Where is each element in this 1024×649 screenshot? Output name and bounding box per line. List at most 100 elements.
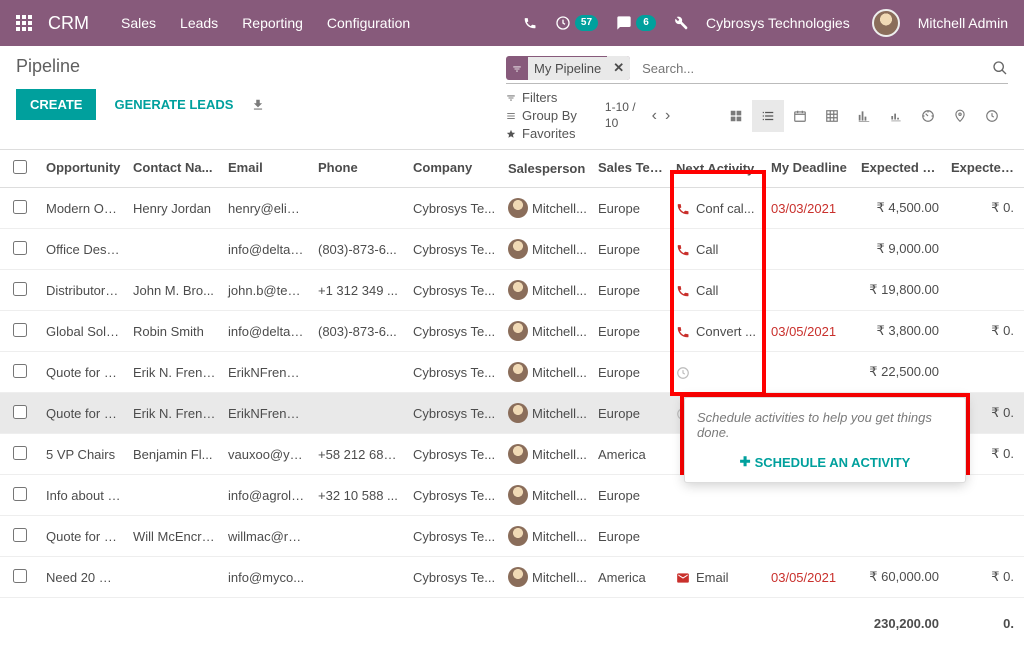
activity-popover: Schedule activities to help you get thin… xyxy=(684,397,966,483)
col-company[interactable]: Company xyxy=(407,150,502,187)
search-input[interactable] xyxy=(638,57,992,80)
create-button[interactable]: CREATE xyxy=(16,89,96,120)
row-checkbox[interactable] xyxy=(13,323,27,337)
table-row[interactable]: Office Desig...info@deltap...(803)-873-6… xyxy=(0,229,1024,270)
col-email[interactable]: Email xyxy=(222,150,312,187)
col-opportunity[interactable]: Opportunity xyxy=(40,150,127,187)
pager-next-icon[interactable]: › xyxy=(665,107,670,125)
cell-activity[interactable]: Convert ... xyxy=(670,313,765,349)
cell-activity[interactable]: Call xyxy=(670,231,765,267)
nav-reporting[interactable]: Reporting xyxy=(242,15,303,31)
table-row[interactable]: Need 20 Des...info@myco...Cybrosys Te...… xyxy=(0,557,1024,598)
search-icon[interactable] xyxy=(992,60,1008,77)
table-row[interactable]: Distributor C...John M. Bro...john.b@tec… xyxy=(0,270,1024,311)
cell-activity[interactable] xyxy=(670,485,765,505)
nav-leads[interactable]: Leads xyxy=(180,15,218,31)
col-deadline[interactable]: My Deadline xyxy=(765,150,855,187)
cell-opportunity: Need 20 Des... xyxy=(40,560,127,595)
cell-email: vauxoo@you... xyxy=(222,437,312,472)
groupby-button[interactable]: Group By xyxy=(506,108,577,123)
col-contact[interactable]: Contact Na... xyxy=(127,150,222,187)
table-row[interactable]: Global Soluti...Robin Smithinfo@deltap..… xyxy=(0,311,1024,352)
select-all-checkbox[interactable] xyxy=(13,160,27,174)
row-checkbox[interactable] xyxy=(13,487,27,501)
list-view-icon[interactable] xyxy=(752,100,784,132)
phone-icon[interactable] xyxy=(523,16,537,30)
row-checkbox[interactable] xyxy=(13,405,27,419)
cell-revenue: ₹ 22,500.00 xyxy=(855,354,945,390)
schedule-activity-button[interactable]: ✚ SCHEDULE AN ACTIVITY xyxy=(697,454,953,470)
pager-prev-icon[interactable]: ‹ xyxy=(652,107,657,125)
cell-company: Cybrosys Te... xyxy=(407,560,502,595)
control-bar: Pipeline CREATE GENERATE LEADS My Pipeli… xyxy=(0,46,1024,149)
cell-team: America xyxy=(592,560,670,595)
col-activity[interactable]: Next Activity xyxy=(670,150,765,187)
table-row[interactable]: Quote for 60...Erik N. FrenchErikNFrench… xyxy=(0,352,1024,393)
row-checkbox[interactable] xyxy=(13,200,27,214)
cell-activity[interactable]: Conf cal... xyxy=(670,190,765,226)
table-row[interactable]: Modern Ope...Henry Jordanhenry@eligh...C… xyxy=(0,188,1024,229)
nav-configuration[interactable]: Configuration xyxy=(327,15,410,31)
col-revenue[interactable]: Expected R... xyxy=(855,150,945,187)
activities-icon[interactable]: 57 xyxy=(555,15,598,31)
cell-deadline xyxy=(765,485,855,505)
cell-team: Europe xyxy=(592,519,670,554)
activity-view-icon[interactable] xyxy=(976,100,1008,132)
kanban-view-icon[interactable] xyxy=(720,100,752,132)
col-team[interactable]: Sales Tea... xyxy=(592,150,670,187)
col-salesperson[interactable]: Salesperson xyxy=(502,150,592,187)
table-row[interactable]: Quote for 12 ...Will McEncroewillmac@re.… xyxy=(0,516,1024,557)
col-mrr[interactable]: Expected ... xyxy=(945,150,1020,187)
cell-deadline xyxy=(765,526,855,546)
avatar xyxy=(508,198,528,218)
nav-sales[interactable]: Sales xyxy=(121,15,156,31)
nav-right: 57 6 Cybrosys Technologies Mitchell Admi… xyxy=(523,9,1008,37)
brand[interactable]: CRM xyxy=(48,13,89,34)
download-icon[interactable] xyxy=(251,97,265,113)
pivot-view-icon[interactable] xyxy=(816,100,848,132)
messages-icon[interactable]: 6 xyxy=(616,15,656,31)
row-checkbox[interactable] xyxy=(13,241,27,255)
total-revenue: 230,200.00 xyxy=(855,606,945,641)
cell-activity[interactable] xyxy=(670,354,765,390)
generate-leads-button[interactable]: GENERATE LEADS xyxy=(114,97,233,112)
cell-company: Cybrosys Te... xyxy=(407,273,502,308)
row-checkbox[interactable] xyxy=(13,446,27,460)
cell-phone: +32 10 588 ... xyxy=(312,478,407,513)
cell-team: Europe xyxy=(592,232,670,267)
cell-activity[interactable]: Call xyxy=(670,272,765,308)
table-header: Opportunity Contact Na... Email Phone Co… xyxy=(0,149,1024,188)
user-name[interactable]: Mitchell Admin xyxy=(918,15,1008,31)
filters-button[interactable]: Filters xyxy=(506,90,577,105)
apps-menu-icon[interactable] xyxy=(16,15,32,31)
row-checkbox[interactable] xyxy=(13,569,27,583)
map-view-icon[interactable] xyxy=(944,100,976,132)
cell-team: America xyxy=(592,437,670,472)
row-checkbox[interactable] xyxy=(13,528,27,542)
col-phone[interactable]: Phone xyxy=(312,150,407,187)
cell-salesperson: Mitchell... xyxy=(502,434,592,474)
activities-badge: 57 xyxy=(575,15,598,31)
favorites-button[interactable]: Favorites xyxy=(506,126,577,141)
row-checkbox[interactable] xyxy=(13,364,27,378)
cell-activity[interactable] xyxy=(670,526,765,546)
calendar-view-icon[interactable] xyxy=(784,100,816,132)
facet-remove-icon[interactable]: ✕ xyxy=(607,56,630,80)
cell-phone: (803)-873-6... xyxy=(312,314,407,349)
messages-badge: 6 xyxy=(636,15,656,31)
company-name[interactable]: Cybrosys Technologies xyxy=(706,15,850,31)
user-avatar[interactable] xyxy=(872,9,900,37)
cell-phone: +1 312 349 ... xyxy=(312,273,407,308)
search-facet: My Pipeline ✕ xyxy=(506,56,630,80)
dashboard-view-icon[interactable] xyxy=(912,100,944,132)
cell-deadline xyxy=(765,239,855,259)
cell-company: Cybrosys Te... xyxy=(407,396,502,431)
graph-view-icon[interactable] xyxy=(848,100,880,132)
cohort-view-icon[interactable] xyxy=(880,100,912,132)
cell-activity[interactable]: Email xyxy=(670,559,765,595)
tools-icon[interactable] xyxy=(674,16,688,30)
row-checkbox[interactable] xyxy=(13,282,27,296)
avatar xyxy=(508,403,528,423)
cell-contact: John M. Bro... xyxy=(127,273,222,308)
cell-company: Cybrosys Te... xyxy=(407,314,502,349)
